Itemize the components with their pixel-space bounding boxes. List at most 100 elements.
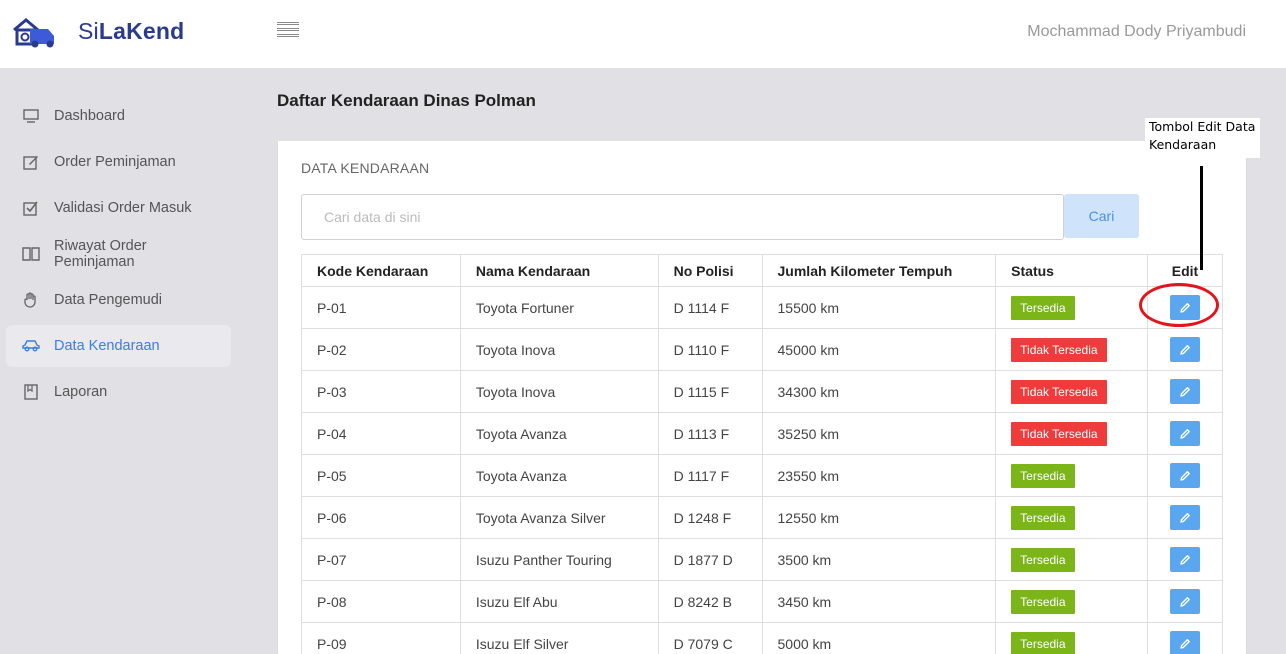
book-icon bbox=[21, 244, 41, 264]
table-cell: 15500 km bbox=[761, 286, 997, 329]
table-cell: D 8242 B bbox=[657, 580, 763, 623]
table-cell: 23550 km bbox=[761, 454, 997, 497]
table-cell: Isuzu Panther Touring bbox=[459, 538, 659, 581]
brand-name-part2: LaKend bbox=[98, 18, 185, 44]
app-logo-icon[interactable] bbox=[12, 16, 58, 48]
sidebar-item-label: Dashboard bbox=[54, 108, 125, 124]
column-header: No Polisi bbox=[657, 254, 763, 287]
sidebar-item-laporan[interactable]: Laporan bbox=[6, 371, 231, 413]
table-row: P-09 Isuzu Elf Silver D 7079 C 5000 km Terse… bbox=[301, 622, 1223, 654]
table-cell: D 1877 D bbox=[657, 538, 763, 581]
edit-button[interactable] bbox=[1170, 421, 1200, 446]
edit-cell bbox=[1147, 580, 1223, 623]
user-name[interactable]: Mochammad Dody Priyambudi bbox=[1027, 23, 1246, 41]
table-cell: D 7079 C bbox=[657, 622, 763, 654]
sidebar: Dashboard Order Peminjaman Validasi Orde… bbox=[0, 68, 248, 654]
checkbox-icon bbox=[21, 198, 41, 218]
report-icon bbox=[21, 382, 41, 402]
table-row: P-06 Toyota Avanza Silver D 1248 F 12550 km… bbox=[301, 496, 1223, 539]
sidebar-item-dashboard[interactable]: Dashboard bbox=[6, 95, 231, 137]
edit-button[interactable] bbox=[1170, 631, 1200, 654]
table-cell: P-06 bbox=[301, 496, 461, 539]
table-header-row: Kode Kendaraan Nama Kendaraan No Polisi … bbox=[301, 254, 1223, 287]
sidebar-item-order-peminjaman[interactable]: Order Peminjaman bbox=[6, 141, 231, 183]
vehicle-data-card: DATA KENDARAAN Cari Kode Kendaraan Nama … bbox=[278, 141, 1246, 654]
table-row: P-02 Toyota Inova D 1110 F 45000 km Tidak Te… bbox=[301, 328, 1223, 371]
hand-icon bbox=[21, 290, 41, 310]
page-title: Daftar Kendaraan Dinas Polman bbox=[277, 91, 536, 110]
edit-cell bbox=[1147, 412, 1223, 455]
annotation-text: Tombol Edit Data bbox=[1149, 119, 1256, 134]
search-button[interactable]: Cari bbox=[1064, 194, 1139, 238]
sidebar-item-validasi-order[interactable]: Validasi Order Masuk bbox=[6, 187, 231, 229]
table-cell: P-09 bbox=[301, 622, 461, 654]
status-badge: Tersedia bbox=[1011, 547, 1075, 572]
table-cell: D 1114 F bbox=[657, 286, 763, 329]
table-cell: D 1115 F bbox=[657, 370, 763, 413]
status-badge: Tidak Tersedia bbox=[1011, 421, 1107, 446]
brand-name[interactable]: SiLaKend bbox=[78, 18, 184, 45]
sidebar-item-label: Riwayat Order Peminjaman bbox=[53, 238, 147, 270]
annotation-pointer-line bbox=[1200, 166, 1203, 270]
edit-button[interactable] bbox=[1170, 547, 1200, 572]
edit-button[interactable] bbox=[1170, 589, 1200, 614]
table-cell: Toyota Fortuner bbox=[459, 286, 659, 329]
sidebar-item-label: Order Peminjaman bbox=[54, 154, 176, 170]
sidebar-item-data-kendaraan[interactable]: Data Kendaraan bbox=[6, 325, 231, 367]
status-badge: Tersedia bbox=[1011, 631, 1075, 654]
pencil-icon bbox=[1180, 428, 1190, 439]
table-row: P-04 Toyota Avanza D 1113 F 35250 km Tidak T… bbox=[301, 412, 1223, 455]
pencil-icon bbox=[1180, 344, 1190, 355]
table-cell: 12550 km bbox=[761, 496, 997, 539]
column-header: Edit bbox=[1147, 254, 1223, 287]
table-row: P-01 Toyota Fortuner D 1114 F 15500 km Terse… bbox=[301, 286, 1223, 329]
status-badge: Tersedia bbox=[1011, 295, 1075, 320]
column-header: Jumlah Kilometer Tempuh bbox=[761, 254, 997, 287]
search-input[interactable] bbox=[301, 194, 1064, 240]
sidebar-item-label: Data Kendaraan bbox=[54, 338, 160, 354]
annotation-text: Kendaraan bbox=[1149, 137, 1217, 152]
column-header: Kode Kendaraan bbox=[301, 254, 461, 287]
status-cell: Tersedia bbox=[995, 622, 1148, 654]
sidebar-item-label: Validasi Order Masuk bbox=[54, 200, 192, 216]
table-cell: Isuzu Elf Abu bbox=[459, 580, 659, 623]
status-badge: Tersedia bbox=[1011, 589, 1075, 614]
menu-toggle-icon[interactable] bbox=[277, 22, 299, 42]
edit-button[interactable] bbox=[1170, 463, 1200, 488]
edit-form-icon bbox=[21, 152, 41, 172]
table-row: P-08 Isuzu Elf Abu D 8242 B 3450 km Tersedia bbox=[301, 580, 1223, 623]
edit-button[interactable] bbox=[1170, 337, 1200, 362]
card-title: DATA KENDARAAN bbox=[301, 160, 430, 176]
table-cell: Isuzu Elf Silver bbox=[459, 622, 659, 654]
pencil-icon bbox=[1180, 470, 1190, 481]
table-cell: P-05 bbox=[301, 454, 461, 497]
sidebar-item-riwayat-order[interactable]: Riwayat Order Peminjaman bbox=[6, 233, 231, 275]
table-cell: 34300 km bbox=[761, 370, 997, 413]
table-cell: P-08 bbox=[301, 580, 461, 623]
table-cell: P-01 bbox=[301, 286, 461, 329]
car-icon bbox=[21, 336, 41, 356]
edit-button[interactable] bbox=[1170, 505, 1200, 530]
table-cell: Toyota Avanza bbox=[459, 412, 659, 455]
table-cell: P-02 bbox=[301, 328, 461, 371]
table-cell: Toyota Inova bbox=[459, 328, 659, 371]
status-cell: Tidak Tersedia bbox=[995, 412, 1148, 455]
brand-name-part1: Si bbox=[78, 18, 99, 44]
status-badge: Tidak Tersedia bbox=[1011, 379, 1107, 404]
edit-button[interactable] bbox=[1170, 379, 1200, 404]
table-cell: 45000 km bbox=[761, 328, 997, 371]
monitor-icon bbox=[21, 106, 41, 126]
column-header: Nama Kendaraan bbox=[459, 254, 659, 287]
pencil-icon bbox=[1180, 638, 1190, 649]
pencil-icon bbox=[1180, 512, 1190, 523]
sidebar-item-data-pengemudi[interactable]: Data Pengemudi bbox=[6, 279, 231, 321]
status-cell: Tersedia bbox=[995, 454, 1148, 497]
status-cell: Tersedia bbox=[995, 538, 1148, 581]
status-cell: Tidak Tersedia bbox=[995, 370, 1148, 413]
annotation-highlight-ellipse bbox=[1139, 283, 1219, 327]
table-cell: D 1110 F bbox=[657, 328, 763, 371]
status-badge: Tersedia bbox=[1011, 505, 1075, 530]
edit-cell bbox=[1147, 370, 1223, 413]
sidebar-item-label: Laporan bbox=[54, 384, 108, 400]
table-cell: D 1248 F bbox=[657, 496, 763, 539]
